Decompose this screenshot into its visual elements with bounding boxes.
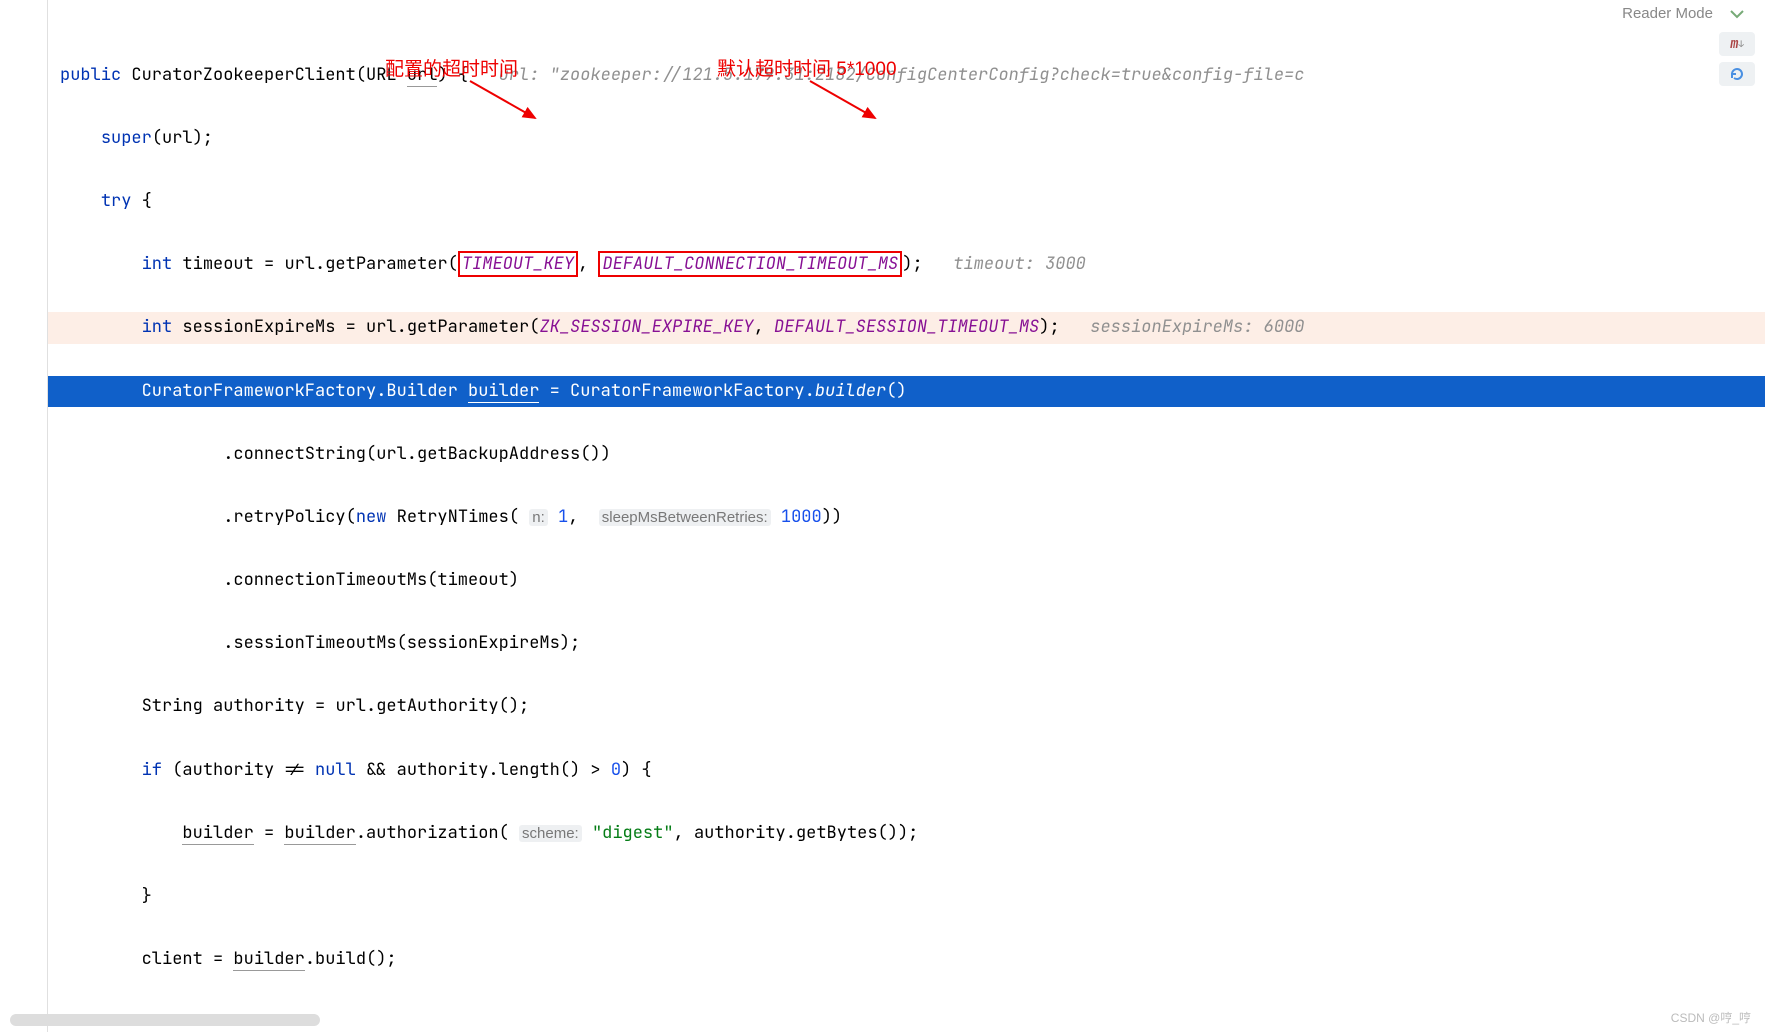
watermark: CSDN @哼_哼 bbox=[1671, 1009, 1751, 1026]
code-line: if (authority != null && authority.lengt… bbox=[48, 755, 1765, 787]
code-line-selected: CuratorFrameworkFactory.Builder builder … bbox=[48, 376, 1765, 408]
expand-icon[interactable] bbox=[1727, 3, 1747, 23]
inlay-hint: sleepMsBetweenRetries: bbox=[599, 509, 771, 526]
code-line: .sessionTimeoutMs(sessionExpireMs); bbox=[48, 628, 1765, 660]
code-line: try { bbox=[48, 186, 1765, 218]
inlay-hint: url: "zookeeper://121.5.179.31:2182/Conf… bbox=[499, 64, 1305, 86]
code-line: client = builder.build(); bbox=[48, 944, 1765, 976]
reader-mode-button[interactable]: Reader Mode bbox=[1622, 5, 1713, 22]
editor-gutter bbox=[0, 0, 48, 1032]
horizontal-scrollbar[interactable] bbox=[10, 1014, 320, 1026]
inlay-hint: scheme: bbox=[519, 825, 582, 842]
maven-icon[interactable]: m↓ bbox=[1719, 32, 1755, 56]
code-line: int timeout = url.getParameter(TIMEOUT_K… bbox=[48, 249, 1765, 281]
code-editor[interactable]: public CuratorZookeeperClient(URL url) {… bbox=[48, 28, 1765, 1005]
code-line: .retryPolicy(new RetryNTimes( n: 1, slee… bbox=[48, 502, 1765, 534]
code-line: .connectionTimeoutMs(timeout) bbox=[48, 565, 1765, 597]
code-line: public CuratorZookeeperClient(URL url) {… bbox=[48, 60, 1765, 92]
code-line: builder = builder.authorization( scheme:… bbox=[48, 818, 1765, 850]
code-line: super(url); bbox=[48, 123, 1765, 155]
code-line: int sessionExpireMs = url.getParameter(Z… bbox=[48, 312, 1765, 344]
inlay-hint: n: bbox=[529, 509, 548, 526]
inlay-hint: sessionExpireMs: 6000 bbox=[1090, 316, 1304, 338]
code-line: String authority = url.getAuthority(); bbox=[48, 691, 1765, 723]
editor-floating-toolbar: m↓ bbox=[1719, 32, 1755, 86]
code-line: } bbox=[48, 881, 1765, 913]
editor-top-toolbar: Reader Mode bbox=[1622, 0, 1765, 26]
code-line: .connectString(url.getBackupAddress()) bbox=[48, 439, 1765, 471]
refresh-icon[interactable] bbox=[1719, 62, 1755, 86]
inlay-hint: timeout: 3000 bbox=[953, 253, 1086, 275]
